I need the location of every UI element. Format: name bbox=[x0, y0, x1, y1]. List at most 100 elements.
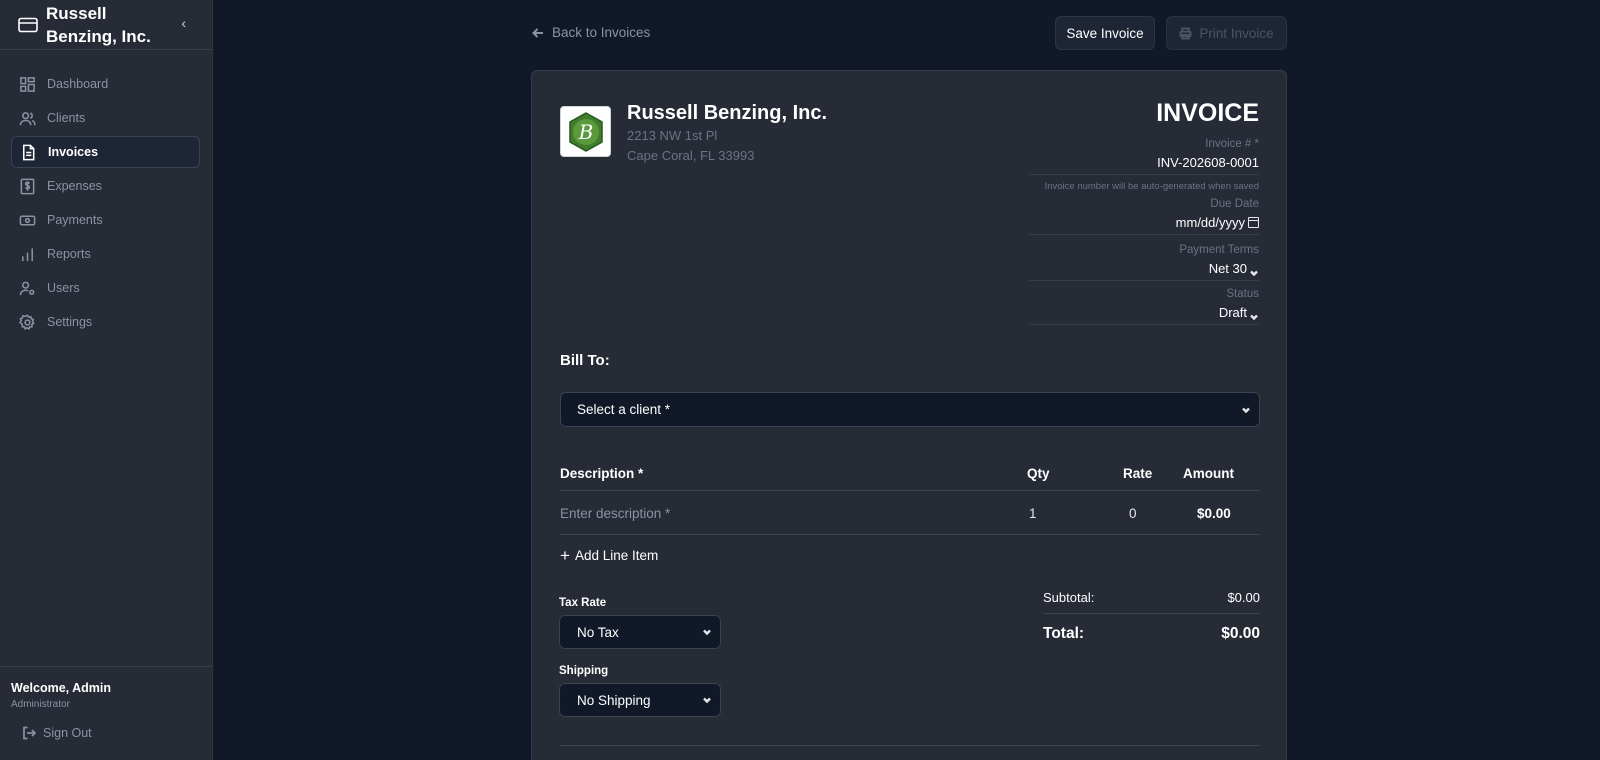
banknote-icon bbox=[19, 214, 36, 226]
gear-icon bbox=[19, 314, 35, 330]
due-date-label: Due Date bbox=[1210, 198, 1259, 210]
section-divider bbox=[560, 745, 1260, 746]
company-address-line2: Cape Coral, FL 33993 bbox=[627, 148, 755, 163]
sidebar-item-label: Users bbox=[47, 281, 80, 295]
sidebar-item-label: Reports bbox=[47, 247, 91, 261]
total-label: Total: bbox=[1043, 625, 1085, 642]
payment-terms-group: Payment Terms Net 30 bbox=[1029, 244, 1259, 281]
tax-rate-label: Tax Rate bbox=[559, 597, 607, 609]
company-name: Russell Benzing, Inc. bbox=[627, 102, 828, 124]
invoice-number-label: Invoice # * bbox=[1205, 138, 1259, 150]
rate-input[interactable]: 0 bbox=[1129, 506, 1137, 521]
back-to-invoices-link[interactable]: Back to Invoices bbox=[532, 25, 650, 40]
file-text-icon bbox=[23, 144, 35, 160]
company-logo: B bbox=[560, 106, 611, 157]
column-amount: Amount bbox=[1183, 466, 1234, 481]
add-line-item-button[interactable]: + Add Line Item bbox=[560, 545, 659, 565]
sidebar-item-label: Expenses bbox=[47, 179, 102, 193]
total-value: $0.00 bbox=[1221, 625, 1260, 642]
print-label: Print Invoice bbox=[1199, 25, 1274, 41]
client-select-placeholder: Select a client * bbox=[577, 402, 671, 417]
sidebar-item-invoices[interactable]: Invoices bbox=[11, 136, 200, 168]
sidebar-item-users[interactable]: Users bbox=[11, 272, 200, 304]
shipping-label: Shipping bbox=[559, 665, 609, 677]
invoice-number-hint: Invoice number will be auto-generated wh… bbox=[1044, 181, 1259, 192]
due-date-placeholder: mm/dd/yyyy bbox=[1175, 215, 1245, 230]
dollar-receipt-icon bbox=[20, 178, 35, 194]
calendar-icon[interactable] bbox=[1248, 216, 1259, 228]
sidebar-item-label: Clients bbox=[47, 111, 86, 125]
chevron-down-icon bbox=[702, 693, 712, 704]
chevron-down-icon bbox=[1249, 264, 1259, 276]
sidebar-item-label: Settings bbox=[47, 315, 93, 329]
column-rate: Rate bbox=[1123, 466, 1153, 481]
subtotal-label: Subtotal: bbox=[1043, 590, 1095, 605]
sidebar-item-settings[interactable]: Settings bbox=[11, 306, 200, 338]
subtotal-row: Subtotal: $0.00 bbox=[1043, 585, 1260, 614]
due-date-group: Due Date mm/dd/yyyy bbox=[1029, 198, 1259, 235]
sidebar-item-expenses[interactable]: Expenses bbox=[11, 170, 200, 202]
save-invoice-button[interactable]: Save Invoice bbox=[1055, 16, 1155, 50]
tax-rate-value: No Tax bbox=[577, 624, 619, 640]
company-logo-mark: B bbox=[568, 111, 603, 152]
plus-icon: + bbox=[560, 545, 570, 565]
sidebar-item-dashboard[interactable]: Dashboard bbox=[11, 68, 200, 100]
tax-rate-select[interactable]: No Tax bbox=[559, 615, 721, 649]
sign-out-icon bbox=[23, 726, 36, 740]
arrow-left-icon bbox=[532, 27, 543, 38]
due-date-input[interactable]: mm/dd/yyyy bbox=[1029, 213, 1259, 235]
sidebar-item-label: Invoices bbox=[48, 145, 99, 159]
chevron-down-icon bbox=[1249, 308, 1259, 320]
bar-chart-icon bbox=[22, 247, 33, 261]
sidebar-item-payments[interactable]: Payments bbox=[11, 204, 200, 236]
payment-terms-label: Payment Terms bbox=[1179, 244, 1259, 256]
back-label: Back to Invoices bbox=[552, 25, 651, 40]
line-amount: $0.00 bbox=[1197, 506, 1231, 521]
payment-terms-select[interactable]: Net 30 bbox=[1029, 259, 1259, 281]
sidebar-nav: Dashboard Clients Invoices Expenses Paym… bbox=[0, 50, 212, 338]
brand-name: Russell Benzing, Inc. bbox=[46, 3, 151, 46]
sidebar-item-reports[interactable]: Reports bbox=[11, 238, 200, 270]
sidebar-item-label: Payments bbox=[47, 213, 103, 227]
qty-input[interactable]: 1 bbox=[1029, 506, 1037, 521]
sidebar-item-label: Dashboard bbox=[47, 77, 109, 91]
user-role: Administrator bbox=[11, 699, 70, 710]
status-value: Draft bbox=[1218, 305, 1247, 320]
sign-out-button[interactable]: Sign Out bbox=[11, 726, 201, 740]
welcome-text: Welcome, Admin bbox=[11, 681, 112, 695]
company-address-line1: 2213 NW 1st Pl bbox=[627, 128, 718, 143]
status-group: Status Draft bbox=[1029, 288, 1259, 325]
sidebar-item-clients[interactable]: Clients bbox=[11, 102, 200, 134]
shipping-value: No Shipping bbox=[577, 692, 651, 708]
column-description: Description * bbox=[560, 466, 644, 481]
collapse-sidebar-icon[interactable]: ‹ bbox=[181, 15, 186, 31]
status-select[interactable]: Draft bbox=[1029, 303, 1259, 325]
line-item-row: Enter description * 1 0 $0.00 bbox=[560, 492, 1260, 535]
sidebar-footer: Welcome, Admin Administrator Sign Out bbox=[0, 666, 212, 760]
subtotal-value: $0.00 bbox=[1227, 590, 1260, 605]
printer-icon bbox=[1179, 26, 1192, 40]
user-cog-icon bbox=[19, 281, 35, 295]
status-label: Status bbox=[1226, 288, 1259, 300]
sidebar-brand: Russell Benzing, Inc. ‹ bbox=[0, 0, 212, 50]
svg-text:B: B bbox=[577, 120, 593, 144]
invoice-title: INVOICE bbox=[1156, 99, 1259, 127]
chevron-down-icon bbox=[1241, 403, 1251, 414]
description-input[interactable]: Enter description * bbox=[560, 506, 670, 521]
dashboard-icon bbox=[20, 76, 35, 92]
sidebar: Russell Benzing, Inc. ‹ Dashboard Client… bbox=[0, 0, 213, 760]
invoice-number-value: INV-202608-0001 bbox=[1157, 155, 1259, 170]
sign-out-label: Sign Out bbox=[43, 726, 92, 740]
credit-card-icon bbox=[18, 17, 38, 32]
print-invoice-button[interactable]: Print Invoice bbox=[1166, 16, 1287, 50]
bill-to-heading: Bill To: bbox=[560, 352, 610, 369]
client-select[interactable]: Select a client * bbox=[560, 392, 1260, 427]
chevron-down-icon bbox=[702, 625, 712, 636]
line-items-header: Description * Qty Rate Amount bbox=[560, 455, 1260, 491]
shipping-select[interactable]: No Shipping bbox=[559, 683, 721, 717]
invoice-number-group: Invoice # * INV-202608-0001 Invoice numb… bbox=[1029, 138, 1259, 192]
invoice-number-field[interactable]: INV-202608-0001 bbox=[1029, 153, 1259, 175]
column-qty: Qty bbox=[1027, 466, 1050, 481]
add-line-item-label: Add Line Item bbox=[574, 548, 659, 563]
invoice-card: B Russell Benzing, Inc. 2213 NW 1st Pl C… bbox=[531, 70, 1287, 760]
